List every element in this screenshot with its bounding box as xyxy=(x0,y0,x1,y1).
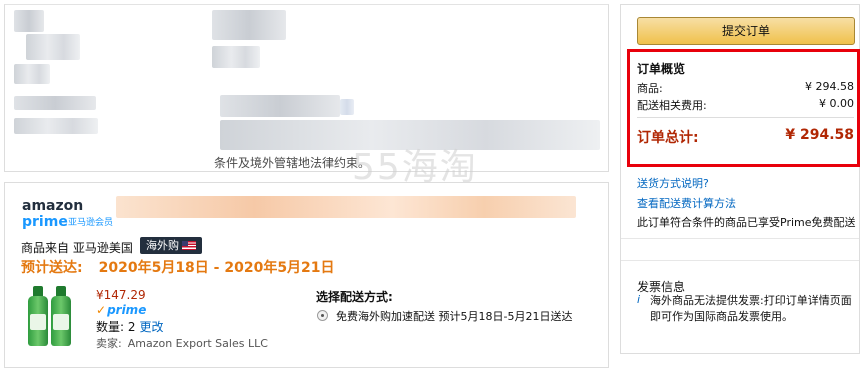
item-price: ¥147.29 xyxy=(96,288,146,302)
total-label: 订单总计: xyxy=(637,130,699,146)
redacted-block xyxy=(212,10,286,40)
summary-shipping-row: 配送相关费用: ¥ 0.00 xyxy=(637,97,854,113)
estimated-delivery: 预计送达: 2020年5月18日 - 2020年5月21日 xyxy=(21,257,335,277)
logo-sub: 亚马逊会员 xyxy=(68,218,114,228)
redacted-block xyxy=(26,34,80,60)
place-order-button[interactable]: 提交订单 xyxy=(637,17,855,45)
qty-value: 2 xyxy=(127,320,136,334)
summary-divider xyxy=(637,117,854,118)
us-flag-icon xyxy=(182,241,196,250)
info-icon: i xyxy=(637,293,641,306)
shipping-method-link[interactable]: 送货方式说明? xyxy=(637,175,709,191)
redacted-block xyxy=(220,95,340,117)
seller: 卖家: Amazon Export Sales LLC xyxy=(96,335,268,351)
change-quantity-link[interactable]: 更改 xyxy=(140,320,164,334)
redacted-block xyxy=(212,46,260,68)
prime-badge: ✓prime xyxy=(96,303,146,317)
prime-label: prime xyxy=(107,303,147,317)
bottle-icon xyxy=(28,286,48,346)
redacted-block xyxy=(220,120,600,150)
logo-word: amazon xyxy=(22,198,84,214)
overseas-badge: 海外购 xyxy=(140,237,202,254)
summary-items-row: 商品: ¥ 294.58 xyxy=(637,80,854,96)
shipping-option-radio[interactable] xyxy=(317,310,328,321)
items-label: 商品: xyxy=(637,82,663,95)
shipping-value: ¥ 0.00 xyxy=(819,97,854,110)
prime-free-shipping-note: 此订单符合条件的商品已享受Prime免费配送 xyxy=(637,216,856,229)
shipping-label: 配送相关费用: xyxy=(637,99,707,112)
sidebar-divider xyxy=(621,238,859,239)
items-value: ¥ 294.58 xyxy=(805,80,854,93)
eta-range: 2020年5月18日 - 2020年5月21日 xyxy=(98,260,335,276)
terms-text: 条件及境外管辖地法律约束。 xyxy=(214,156,371,170)
seller-label: 卖家: xyxy=(96,337,122,350)
redacted-block xyxy=(14,10,44,32)
redacted-block xyxy=(340,99,354,115)
redacted-block xyxy=(14,118,98,134)
redacted-block xyxy=(14,64,50,84)
order-summary-title: 订单概览 xyxy=(637,62,686,76)
order-total-row: 订单总计: ¥ 294.58 xyxy=(637,127,854,147)
redacted-block xyxy=(116,196,576,218)
bottle-icon xyxy=(51,286,71,346)
invoice-text: 海外商品无法提供发票:打印订单详情页面即可作为国际商品发票使用。 xyxy=(650,294,852,323)
qty-label: 数量: xyxy=(96,320,125,334)
shipping-fee-link[interactable]: 查看配送费计算方法 xyxy=(637,195,736,211)
redacted-block xyxy=(14,96,96,110)
amazon-prime-logo: amazon prime 亚马逊会员 xyxy=(22,198,128,230)
shipping-option-title: 选择配送方式: xyxy=(316,290,393,304)
badge-label: 海外购 xyxy=(146,239,179,252)
seller-name: Amazon Export Sales LLC xyxy=(127,337,268,350)
sidebar-divider xyxy=(621,260,859,261)
shipping-option-label[interactable]: 免费海外购加速配送 预计5月18日-5月21日送达 xyxy=(336,308,572,324)
logo-prime: prime xyxy=(22,214,68,230)
quantity: 数量: 2 更改 xyxy=(96,318,164,335)
sold-from: 商品来自 亚马逊美国 xyxy=(21,241,133,255)
product-image[interactable] xyxy=(24,284,74,346)
check-icon: ✓ xyxy=(96,303,107,317)
eta-label: 预计送达: xyxy=(21,260,83,276)
total-value: ¥ 294.58 xyxy=(785,127,854,143)
